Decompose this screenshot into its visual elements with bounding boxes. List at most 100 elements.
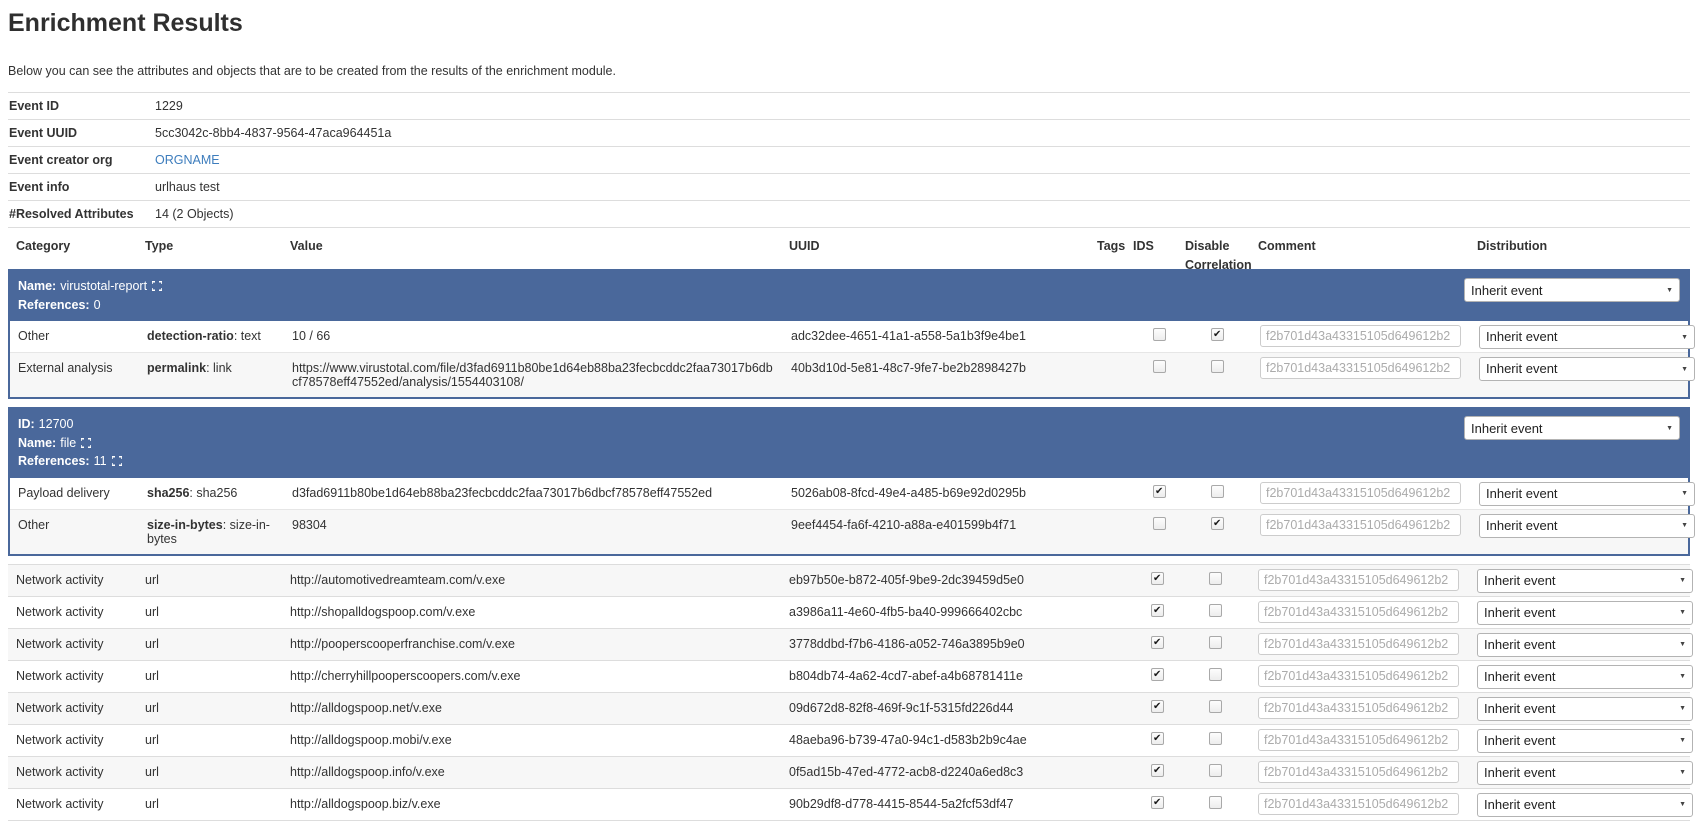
comment-input[interactable] — [1260, 482, 1461, 504]
chevron-down-icon: ▼ — [1679, 637, 1686, 652]
uuid-cell: 09d672d8-82f8-469f-9c1f-5315fd226d44 — [781, 693, 1089, 724]
comment-input[interactable] — [1260, 325, 1461, 347]
distribution-select[interactable]: Inherit event ▼ — [1479, 357, 1695, 381]
object-rows: Other detection-ratio: text 10 / 66 adc3… — [10, 321, 1688, 397]
comment-input[interactable] — [1258, 665, 1459, 687]
comment-input[interactable] — [1258, 729, 1459, 751]
comment-input[interactable] — [1260, 357, 1461, 379]
category-cell: Network activity — [8, 565, 137, 596]
distribution-select[interactable]: Inherit event ▼ — [1479, 482, 1695, 506]
ids-checkbox[interactable] — [1153, 360, 1166, 373]
value-cell: 98304 — [284, 510, 783, 554]
tags-cell — [1089, 629, 1125, 660]
type-cell: permalink: link — [139, 353, 284, 397]
category-cell: Network activity — [8, 629, 137, 660]
disable-correlation-checkbox[interactable] — [1209, 700, 1222, 713]
ids-checkbox[interactable] — [1153, 328, 1166, 341]
attribute-row: Other detection-ratio: text 10 / 66 adc3… — [10, 321, 1688, 352]
event-meta-row: Event creator org ORGNAME — [8, 146, 1690, 173]
object-id-line: ID:12700 — [18, 415, 122, 434]
ids-checkbox[interactable] — [1151, 732, 1164, 745]
disable-correlation-checkbox[interactable] — [1211, 485, 1224, 498]
ids-checkbox[interactable] — [1151, 796, 1164, 809]
value-cell: http://cherryhillpooperscoopers.com/v.ex… — [282, 661, 781, 692]
uuid-cell: adc32dee-4651-41a1-a558-5a1b3f9e4be1 — [783, 321, 1091, 352]
event-creator-org-link[interactable]: ORGNAME — [155, 153, 220, 167]
chevron-down-icon: ▼ — [1679, 701, 1686, 716]
object-name-line: Name:virustotal-report — [18, 277, 162, 296]
object-box: Name:virustotal-report References:0 Inhe… — [8, 269, 1690, 399]
ids-checkbox[interactable] — [1153, 517, 1166, 530]
disable-correlation-checkbox[interactable] — [1209, 796, 1222, 809]
attribute-row: Network activity url http://alldogspoop.… — [8, 692, 1690, 724]
distribution-select[interactable]: Inherit event ▼ — [1477, 761, 1693, 785]
value-cell: https://www.virustotal.com/file/d3fad691… — [284, 353, 783, 397]
comment-input[interactable] — [1260, 514, 1461, 536]
object-references-line: References:11 — [18, 452, 122, 471]
category-cell: Network activity — [8, 597, 137, 628]
ids-checkbox[interactable] — [1151, 764, 1164, 777]
distribution-select[interactable]: Inherit event ▼ — [1479, 514, 1695, 538]
uuid-cell: 5026ab08-8fcd-49e4-a485-b69e92d0295b — [783, 478, 1091, 509]
disable-correlation-checkbox[interactable] — [1211, 517, 1224, 530]
distribution-select[interactable]: Inherit event ▼ — [1464, 416, 1680, 440]
comment-input[interactable] — [1258, 793, 1459, 815]
comment-input[interactable] — [1258, 633, 1459, 655]
object-box: ID:12700 Name:file References:11 Inherit… — [8, 407, 1690, 556]
distribution-selected-value: Inherit event — [1486, 330, 1558, 344]
distribution-select[interactable]: Inherit event ▼ — [1477, 601, 1693, 625]
ids-checkbox[interactable] — [1151, 604, 1164, 617]
distribution-selected-value: Inherit event — [1486, 487, 1558, 501]
ids-checkbox[interactable] — [1151, 572, 1164, 585]
distribution-select[interactable]: Inherit event ▼ — [1477, 633, 1693, 657]
chevron-down-icon: ▼ — [1679, 733, 1686, 748]
value-cell: http://pooperscooperfranchise.com/v.exe — [282, 629, 781, 660]
tags-cell — [1091, 510, 1127, 554]
distribution-select[interactable]: Inherit event ▼ — [1477, 665, 1693, 689]
distribution-select[interactable]: Inherit event ▼ — [1479, 325, 1695, 349]
category-cell: Network activity — [8, 661, 137, 692]
object-references-line: References:0 — [18, 296, 162, 315]
disable-correlation-checkbox[interactable] — [1209, 572, 1222, 585]
disable-correlation-checkbox[interactable] — [1211, 328, 1224, 341]
meta-label: Event info — [8, 180, 155, 194]
tags-cell — [1089, 693, 1125, 724]
ids-checkbox[interactable] — [1151, 636, 1164, 649]
page-description: Below you can see the attributes and obj… — [8, 64, 1690, 78]
disable-correlation-checkbox[interactable] — [1211, 360, 1224, 373]
disable-correlation-checkbox[interactable] — [1209, 668, 1222, 681]
expand-icon[interactable] — [81, 438, 91, 448]
tags-cell — [1089, 597, 1125, 628]
expand-icon[interactable] — [112, 456, 122, 466]
ids-checkbox[interactable] — [1153, 485, 1166, 498]
disable-correlation-checkbox[interactable] — [1209, 732, 1222, 745]
disable-correlation-checkbox[interactable] — [1209, 636, 1222, 649]
tags-cell — [1089, 757, 1125, 788]
ids-checkbox[interactable] — [1151, 668, 1164, 681]
ids-checkbox[interactable] — [1151, 700, 1164, 713]
uuid-cell: 3778ddbd-f7b6-4186-a052-746a3895b9e0 — [781, 629, 1089, 660]
objects-container: Name:virustotal-report References:0 Inhe… — [8, 269, 1690, 556]
distribution-select[interactable]: Inherit event ▼ — [1464, 278, 1680, 302]
comment-input[interactable] — [1258, 697, 1459, 719]
column-header-disable-correlation: Disable Correlation — [1177, 228, 1250, 275]
comment-input[interactable] — [1258, 761, 1459, 783]
expand-icon[interactable] — [152, 281, 162, 291]
uuid-cell: 90b29df8-d778-4415-8544-5a2fcf53df47 — [781, 789, 1089, 820]
disable-correlation-checkbox[interactable] — [1209, 764, 1222, 777]
meta-value: 14 (2 Objects) — [155, 207, 234, 221]
object-name-line: Name:file — [18, 434, 122, 453]
comment-input[interactable] — [1258, 569, 1459, 591]
distribution-select[interactable]: Inherit event ▼ — [1477, 729, 1693, 753]
chevron-down-icon: ▼ — [1679, 605, 1686, 620]
tags-cell — [1089, 661, 1125, 692]
type-cell: sha256: sha256 — [139, 478, 284, 509]
comment-input[interactable] — [1258, 601, 1459, 623]
distribution-selected-value: Inherit event — [1484, 798, 1556, 812]
distribution-select[interactable]: Inherit event ▼ — [1477, 697, 1693, 721]
chevron-down-icon: ▼ — [1681, 362, 1688, 377]
distribution-select[interactable]: Inherit event ▼ — [1477, 569, 1693, 593]
distribution-select[interactable]: Inherit event ▼ — [1477, 793, 1693, 817]
value-cell: 10 / 66 — [284, 321, 783, 352]
disable-correlation-checkbox[interactable] — [1209, 604, 1222, 617]
